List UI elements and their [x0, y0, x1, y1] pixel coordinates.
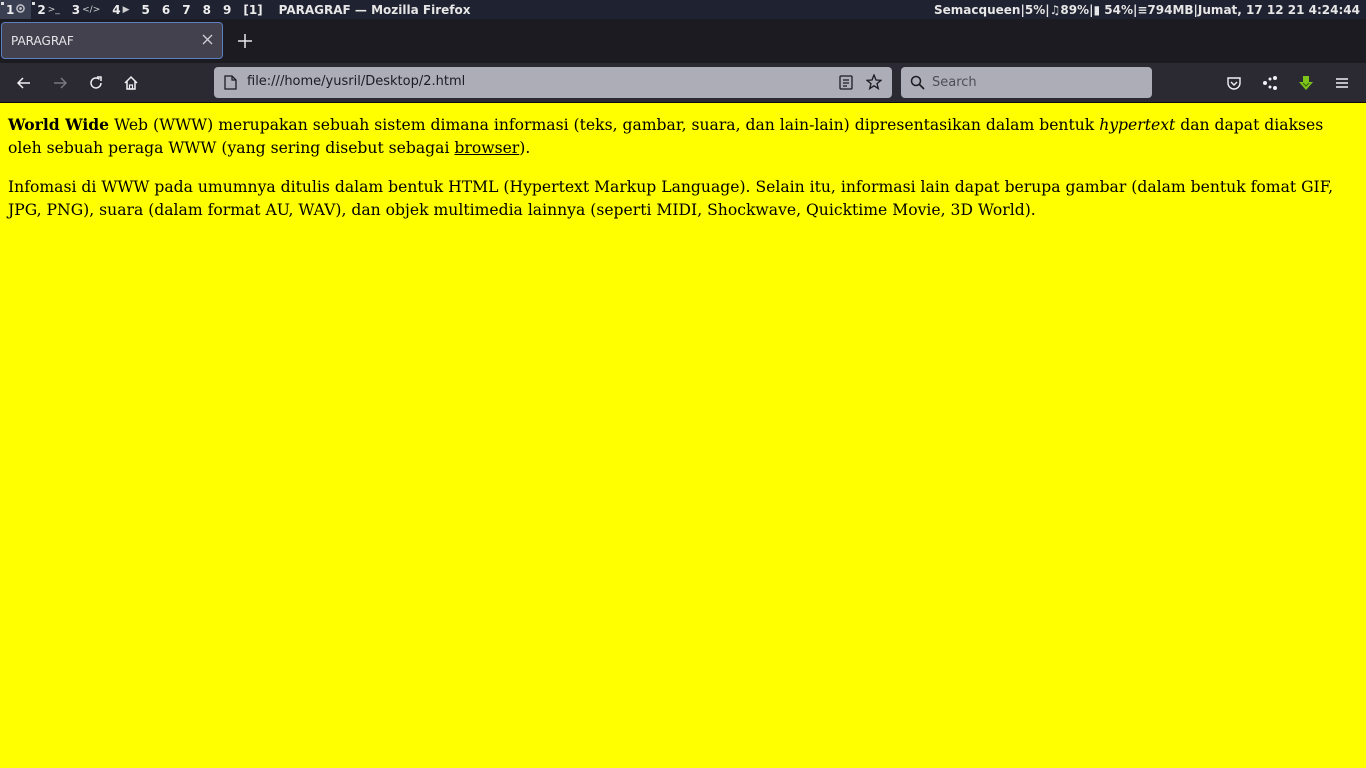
back-arrow-icon — [16, 77, 30, 89]
plus-icon — [238, 34, 252, 48]
terminal-icon: >_ — [47, 4, 60, 15]
workspace-3[interactable]: 3 </> — [66, 0, 106, 19]
workspace-label: 6 — [161, 2, 171, 17]
page-icon — [222, 74, 238, 90]
workspace-label: 2 — [37, 2, 46, 17]
code-icon: </> — [82, 4, 101, 15]
app-menu-button[interactable] — [1331, 72, 1353, 94]
workspace-9[interactable]: 9 — [217, 0, 237, 19]
paragraph-2: Infomasi di WWW pada umumnya ditulis dal… — [8, 178, 1334, 219]
bold-term: World Wide — [8, 115, 110, 134]
home-button[interactable] — [120, 72, 142, 94]
workspace-indicator-dot — [32, 2, 36, 5]
url-text[interactable]: file:///home/yusril/Desktop/2.html — [247, 74, 465, 89]
extensions-button[interactable] — [1259, 72, 1281, 94]
play-icon: ▶ — [122, 4, 130, 15]
reload-icon — [90, 76, 102, 89]
search-icon — [910, 75, 926, 91]
tab-strip: PARAGRAF — [0, 19, 1366, 63]
workspace-label: 4 — [112, 2, 121, 17]
workspace-5[interactable]: 5 — [136, 0, 156, 19]
pocket-button[interactable] — [1223, 72, 1245, 94]
pocket-icon — [1227, 77, 1241, 90]
italic-term: hypertext — [1099, 116, 1176, 134]
hamburger-menu-icon — [1336, 78, 1348, 88]
workspace-7[interactable]: 7 — [176, 0, 196, 19]
workspace-switcher: 1 2 >_ 3 </> 4 ▶ 5 6 7 8 9 [1] — [0, 0, 269, 19]
firefox-icon — [16, 3, 26, 16]
bookmark-star-icon[interactable] — [866, 74, 882, 90]
page-content: World Wide Web (WWW) merupakan sebuah si… — [0, 104, 1366, 768]
workspace-label: 5 — [141, 2, 150, 17]
workspace-6[interactable]: 6 — [156, 0, 176, 19]
workspace-label: 9 — [222, 2, 232, 17]
browser-link[interactable]: browser — [454, 139, 519, 157]
reader-view-icon[interactable] — [838, 74, 854, 90]
tab-title: PARAGRAF — [11, 33, 74, 48]
window-title: PARAGRAF — Mozilla Firefox — [278, 2, 471, 17]
workspace-2[interactable]: 2 >_ — [31, 0, 65, 19]
address-bar[interactable]: file:///home/yusril/Desktop/2.html — [214, 67, 892, 98]
paragraph-1: World Wide Web (WWW) merupakan sebuah si… — [8, 113, 1358, 160]
reload-button[interactable] — [85, 72, 107, 94]
paragraph-text: Web (WWW) merupakan sebuah sistem dimana… — [109, 116, 1100, 134]
workspace-indicator-dot — [1, 2, 4, 5]
paragraph-text: ). — [519, 139, 531, 157]
system-status-text: Semacqueen|5%|♫89%|▮ 54%|≡794MB|Jumat, 1… — [934, 2, 1360, 17]
forward-arrow-icon — [54, 77, 68, 89]
share-nodes-icon — [1263, 76, 1277, 90]
home-icon — [124, 75, 138, 90]
workspace-8[interactable]: 8 — [197, 0, 217, 19]
close-tab-icon[interactable] — [202, 32, 213, 48]
search-bar[interactable]: Search — [901, 67, 1152, 98]
system-status-bar: 1 2 >_ 3 </> 4 ▶ 5 6 7 8 9 [1] PARAGRAF … — [0, 0, 1366, 19]
downloads-button[interactable] — [1295, 72, 1317, 94]
new-tab-button[interactable] — [234, 30, 256, 52]
tab-paragraf[interactable]: PARAGRAF — [1, 22, 223, 59]
workspace-label: [1] — [243, 2, 263, 17]
workspace-4[interactable]: 4 ▶ — [106, 0, 135, 19]
workspace-label: 7 — [182, 2, 191, 17]
workspace-1[interactable]: 1 — [0, 0, 32, 19]
download-arrow-icon — [1299, 76, 1313, 90]
forward-button[interactable] — [49, 72, 71, 94]
workspace-label: 1 — [6, 2, 15, 17]
workspace-label: 3 — [71, 2, 81, 17]
navigation-toolbar: file:///home/yusril/Desktop/2.html Searc… — [0, 63, 1366, 103]
back-button[interactable] — [13, 72, 35, 94]
search-placeholder: Search — [932, 75, 977, 90]
workspace-label: 8 — [202, 2, 211, 17]
workspace-scratchpad[interactable]: [1] — [237, 0, 268, 19]
